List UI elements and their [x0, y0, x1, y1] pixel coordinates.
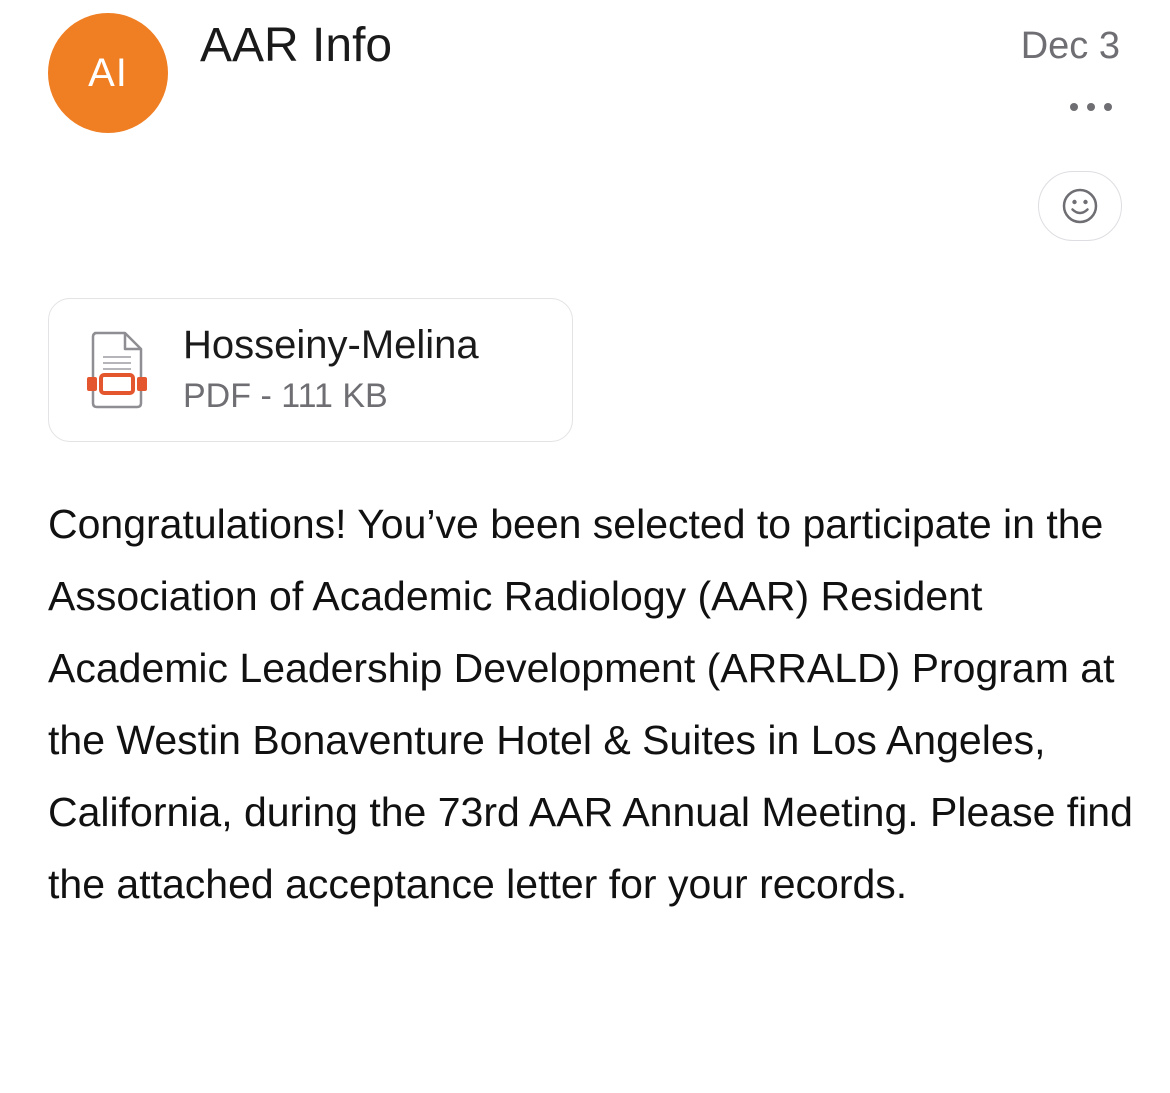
- sender-name[interactable]: AAR Info: [200, 18, 392, 74]
- more-dot: [1087, 103, 1095, 111]
- sender-avatar[interactable]: AI: [48, 13, 168, 133]
- more-options-button[interactable]: [1066, 90, 1116, 124]
- pdf-file-icon: [87, 331, 147, 409]
- add-reaction-button[interactable]: [1038, 171, 1122, 241]
- message-body: Congratulations! You’ve been selected to…: [48, 501, 1133, 907]
- attachment-file-name: Hosseiny-Melina: [183, 323, 479, 367]
- attachment-file-meta: PDF - 111 KB: [183, 377, 388, 415]
- attachment-card[interactable]: Hosseiny-Melina PDF - 111 KB: [48, 298, 573, 442]
- avatar-initials: AI: [88, 50, 128, 95]
- message-date: Dec 3: [1020, 25, 1120, 67]
- more-dot: [1104, 103, 1112, 111]
- more-horizontal-icon: [1070, 103, 1078, 111]
- smiley-face-icon: [1062, 188, 1098, 224]
